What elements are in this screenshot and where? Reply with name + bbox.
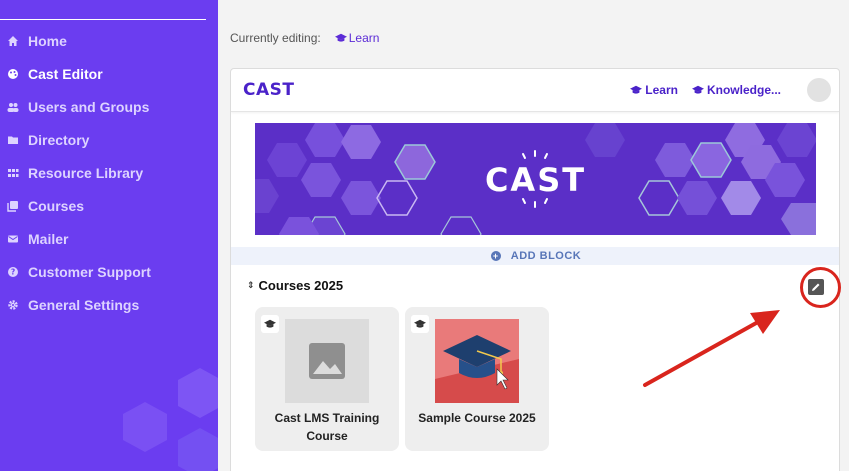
graduation-cap-image [435, 319, 519, 403]
cast-topbar: CAST Learn Knowledge... [231, 69, 839, 112]
sidebar-item-home[interactable]: Home [0, 24, 218, 57]
sidebar-item-label: Mailer [28, 230, 69, 247]
hexagon-decoration [123, 368, 218, 471]
graduation-cap-icon [334, 33, 347, 42]
home-icon [6, 34, 20, 48]
svg-text:?: ? [11, 267, 15, 276]
gear-icon [6, 298, 20, 312]
sidebar-item-users-and-groups[interactable]: Users and Groups [0, 90, 218, 123]
avatar[interactable] [807, 78, 831, 102]
drag-sort-icon[interactable]: ⇕ [247, 280, 255, 291]
sidebar-item-mailer[interactable]: Mailer [0, 222, 218, 255]
course-card[interactable]: Sample Course 2025 [405, 307, 549, 451]
sidebar-item-label: Customer Support [28, 263, 151, 280]
graduation-cap-icon [630, 85, 643, 94]
main-area: Currently editing: Learn CAST Learn Know… [218, 0, 849, 471]
placeholder-image-icon [285, 319, 369, 403]
folder-icon [6, 133, 20, 147]
add-block-label: ADD BLOCK [510, 250, 582, 262]
course-title: Cast LMS Training Course [274, 411, 380, 443]
sidebar-item-label: Courses [28, 197, 85, 214]
sidebar-nav: Home Cast Editor Users and Groups Direct… [0, 24, 218, 321]
course-card[interactable]: Cast LMS Training Course [255, 307, 399, 451]
help-icon: ? [6, 265, 20, 279]
sidebar-item-label: Directory [28, 131, 90, 148]
cast-logo[interactable]: CAST [243, 80, 294, 100]
course-title: Sample Course 2025 [418, 411, 536, 425]
sidebar-item-general-settings[interactable]: General Settings [0, 288, 218, 321]
palette-icon [6, 67, 20, 81]
banner-title: CAST [484, 161, 587, 199]
add-block-button[interactable]: + ADD BLOCK [231, 247, 839, 265]
sidebar-item-label: Home [28, 32, 67, 49]
sidebar-item-label: Resource Library [28, 164, 144, 181]
mail-icon [6, 232, 20, 246]
cast-topnav: Learn Knowledge... [630, 78, 831, 102]
sidebar-item-resource-library[interactable]: Resource Library [0, 156, 218, 189]
library-icon [6, 199, 20, 213]
graduation-cap-icon [264, 319, 276, 328]
course-type-badge [411, 315, 429, 333]
cast-nav-learn[interactable]: Learn [630, 83, 678, 97]
graduation-cap-icon [414, 319, 426, 328]
sidebar-item-customer-support[interactable]: ? Customer Support [0, 255, 218, 288]
plus-icon: + [490, 251, 501, 261]
sidebar: Home Cast Editor Users and Groups Direct… [0, 0, 218, 471]
section-header: ⇕ Courses 2025 [247, 278, 343, 293]
cast-nav-label: Knowledge... [706, 83, 781, 97]
pencil-icon [812, 283, 820, 291]
edit-block-button[interactable] [808, 279, 824, 295]
sidebar-item-label: General Settings [28, 296, 140, 313]
sidebar-item-label: Cast Editor [28, 65, 103, 82]
cast-preview-frame: CAST Learn Knowledge... CAST + ADD BLOCK… [230, 68, 840, 471]
sidebar-divider [0, 19, 206, 20]
sidebar-item-cast-editor[interactable]: Cast Editor [0, 57, 218, 90]
editing-cast-name: Learn [348, 31, 380, 45]
sidebar-item-directory[interactable]: Directory [0, 123, 218, 156]
section-title: Courses 2025 [258, 278, 344, 293]
sidebar-item-courses[interactable]: Courses [0, 189, 218, 222]
course-type-badge [261, 315, 279, 333]
grid-icon [6, 166, 20, 180]
cast-nav-knowledge[interactable]: Knowledge... [691, 83, 781, 97]
users-icon [6, 100, 20, 114]
currently-editing: Currently editing: Learn [230, 31, 379, 45]
cast-banner: CAST [255, 123, 816, 235]
currently-editing-label: Currently editing: [230, 31, 321, 45]
graduation-cap-icon [691, 85, 704, 94]
editing-cast-link[interactable]: Learn [334, 31, 380, 45]
cast-nav-label: Learn [645, 83, 678, 97]
sidebar-item-label: Users and Groups [28, 98, 150, 115]
